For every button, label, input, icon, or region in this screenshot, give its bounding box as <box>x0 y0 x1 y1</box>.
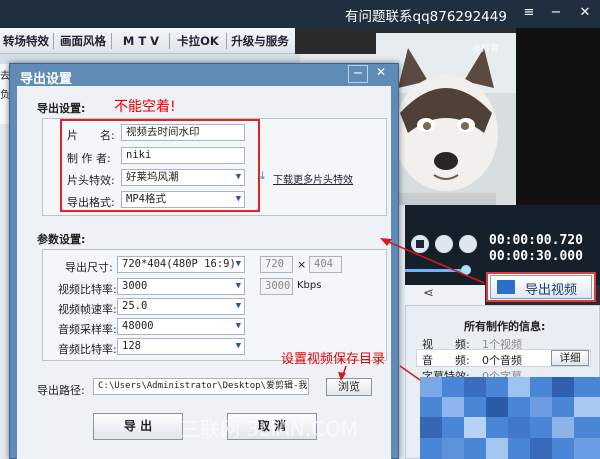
site-watermark: 三联网 3LIAN.COM <box>180 417 359 441</box>
annotation-arrows <box>338 238 485 381</box>
arrowhead <box>338 372 346 381</box>
arrow-to-dialog <box>383 239 485 284</box>
arrow-to-side <box>399 365 421 381</box>
